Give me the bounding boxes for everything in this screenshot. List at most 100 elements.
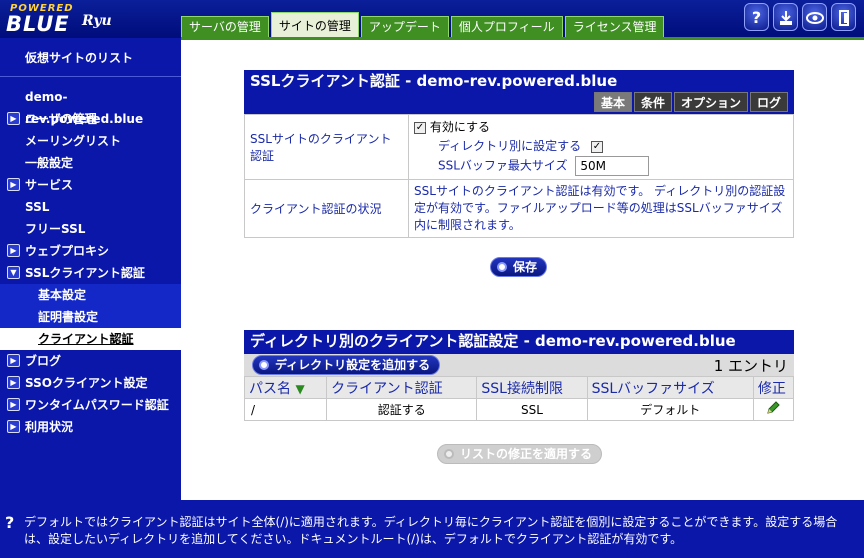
apply-list-button[interactable]: リストの修正を適用する: [437, 444, 603, 464]
help-text: デフォルトではクライアント認証はサイト全体(/)に適用されます。ディレクトリ毎に…: [24, 515, 838, 546]
sidebar-item-sso[interactable]: ▶ SSOクライアント設定: [0, 372, 181, 394]
sidebar-item-client-auth[interactable]: クライアント認証: [0, 328, 181, 350]
sidebar-label: ブログ: [25, 354, 62, 368]
help-icon: ?: [5, 513, 15, 532]
cell-path: /: [243, 398, 328, 421]
expand-icon: ▶: [7, 244, 20, 257]
sidebar-item-free-ssl[interactable]: フリーSSL: [0, 218, 181, 240]
column-header-path[interactable]: パス名 ▼: [243, 376, 328, 399]
sidebar-label: メーリングリスト: [25, 134, 122, 148]
button-dot-icon: [259, 360, 269, 370]
apply-label: リストの修正を適用する: [460, 447, 593, 461]
sidebar-label: サービス: [25, 178, 74, 192]
sidebar-label: クライアント認証: [38, 332, 134, 346]
tab-update[interactable]: アップデート: [360, 16, 449, 38]
column-header-ssl[interactable]: SSL接続制限: [476, 376, 588, 399]
logo-sub: Ryu: [82, 13, 112, 29]
client-auth-panel: SSLクライアント認証 - demo-rev.powered.blue 基本 条…: [244, 70, 794, 238]
sidebar-item-site-name[interactable]: demo-rev.powered.blue: [0, 86, 181, 126]
main-content: SSLクライアント認証 - demo-rev.powered.blue 基本 条…: [181, 40, 864, 500]
sidebar-item-blog[interactable]: ▶ ブログ: [0, 350, 181, 372]
enable-checkbox[interactable]: ✓: [414, 121, 426, 134]
expand-icon: ▶: [7, 112, 20, 125]
sidebar-item-web-proxy[interactable]: ▶ ウェブプロキシ: [0, 240, 181, 262]
cell-buffer: デフォルト: [586, 398, 754, 421]
subtab-basic[interactable]: 基本: [593, 92, 632, 112]
sidebar-item-ssl-client-auth[interactable]: ▼ SSLクライアント認証: [0, 262, 181, 284]
sidebar-label: ウェブプロキシ: [25, 244, 110, 258]
per-dir-checkbox[interactable]: ✓: [591, 140, 603, 153]
sidebar-label: 利用状況: [25, 420, 74, 434]
sidebar-label: 一般設定: [25, 156, 74, 170]
sidebar-item-basic[interactable]: 基本設定: [0, 284, 181, 306]
save-label: 保存: [513, 260, 538, 274]
buffer-label: SSLバッファ最大サイズ: [438, 158, 568, 173]
tab-server[interactable]: サーバの管理: [181, 16, 269, 38]
sidebar-item-general[interactable]: 一般設定: [0, 152, 181, 174]
sidebar-label: 証明書設定: [38, 310, 99, 324]
view-icon[interactable]: [802, 3, 827, 31]
main-tabs: サーバの管理 サイトの管理 アップデート 個人プロフィール ライセンス管理: [181, 12, 666, 38]
panel-header: ディレクトリ別のクライアント認証設定 - demo-rev.powered.bl…: [244, 330, 794, 354]
button-dot-icon: [497, 262, 507, 272]
expand-icon: ▶: [7, 398, 20, 411]
sidebar-label: SSL: [25, 200, 50, 214]
expand-icon: ▶: [7, 420, 20, 433]
download-icon[interactable]: [773, 3, 798, 31]
sidebar-label: フリーSSL: [25, 222, 86, 236]
subtab-options[interactable]: オプション: [673, 92, 748, 112]
collapse-icon: ▼: [7, 266, 20, 279]
sub-tabs: 基本 条件 オプション ログ: [593, 92, 788, 112]
sidebar-label: 仮想サイトのリスト: [25, 51, 134, 65]
panel-header: SSLクライアント認証 - demo-rev.powered.blue 基本 条…: [244, 70, 794, 114]
tab-profile[interactable]: 個人プロフィール: [450, 16, 563, 38]
sidebar: 仮想サイトのリスト demo-rev.powered.blue ▶ ユーザの管理 …: [0, 38, 181, 500]
row-label: SSLサイトのクライアント認証: [244, 114, 409, 180]
table-row: / 認証する SSL デフォルト: [243, 398, 795, 421]
logo-main: BLUE: [6, 12, 70, 36]
sort-down-icon: ▼: [295, 381, 305, 396]
cell-auth: 認証する: [326, 398, 478, 421]
per-dir-label: ディレクトリ別に設定する: [438, 139, 582, 153]
top-icons: ?: [744, 3, 856, 31]
tab-license[interactable]: ライセンス管理: [564, 16, 665, 38]
column-header-auth[interactable]: クライアント認証: [326, 376, 478, 399]
sidebar-item-ssl[interactable]: SSL: [0, 196, 181, 218]
edit-pencil-icon[interactable]: [752, 398, 795, 421]
button-dot-icon: [444, 449, 454, 459]
sidebar-label: 基本設定: [38, 288, 87, 302]
expand-icon: ▶: [7, 354, 20, 367]
sidebar-label: SSOクライアント設定: [25, 376, 148, 390]
help-icon[interactable]: ?: [744, 3, 769, 31]
add-directory-button[interactable]: ディレクトリ設定を追加する: [252, 355, 441, 375]
sidebar-item-otp[interactable]: ▶ ワンタイムパスワード認証: [0, 394, 181, 416]
sidebar-item-site-list[interactable]: 仮想サイトのリスト: [0, 47, 181, 69]
add-label: ディレクトリ設定を追加する: [275, 358, 431, 372]
entry-count: 1 エントリ: [713, 357, 788, 375]
help-footer: ? デフォルトではクライアント認証はサイト全体(/)に適用されます。ディレクトリ…: [0, 500, 864, 558]
subtab-conditions[interactable]: 条件: [633, 92, 672, 112]
app-window: POWERED BLUE Ryu サーバの管理 サイトの管理 アップデート 個人…: [0, 0, 864, 558]
logout-icon[interactable]: [831, 3, 856, 31]
sidebar-item-usage[interactable]: ▶ 利用状況: [0, 416, 181, 438]
sidebar-item-cert[interactable]: 証明書設定: [0, 306, 181, 328]
panel-title: SSLクライアント認証 - demo-rev.powered.blue: [250, 72, 618, 90]
logo: POWERED BLUE Ryu: [4, 3, 134, 36]
sidebar-label: SSLクライアント認証: [25, 266, 145, 280]
sidebar-item-services[interactable]: ▶ サービス: [0, 174, 181, 196]
subtab-log[interactable]: ログ: [749, 92, 788, 112]
save-button[interactable]: 保存: [490, 257, 548, 277]
tab-site[interactable]: サイトの管理: [270, 12, 359, 38]
sidebar-item-mailing[interactable]: メーリングリスト: [0, 130, 181, 152]
buffer-size-input[interactable]: 50M: [575, 156, 650, 176]
settings-table: SSLサイトのクライアント認証 ✓ 有効にする ディレクトリ別に設定する ✓ S…: [244, 114, 794, 238]
sidebar-item-users[interactable]: ▶ ユーザの管理: [0, 108, 181, 130]
row-label: クライアント認証の状況: [244, 179, 409, 238]
column-header-buffer[interactable]: SSLバッファサイズ: [586, 376, 754, 399]
column-header-edit: 修正: [752, 376, 795, 399]
expand-icon: ▶: [7, 178, 20, 191]
enable-label: 有効にする: [429, 120, 490, 134]
directory-panel: ディレクトリ別のクライアント認証設定 - demo-rev.powered.bl…: [243, 330, 795, 421]
cell-ssl: SSL: [476, 398, 588, 421]
divider: [0, 76, 181, 77]
